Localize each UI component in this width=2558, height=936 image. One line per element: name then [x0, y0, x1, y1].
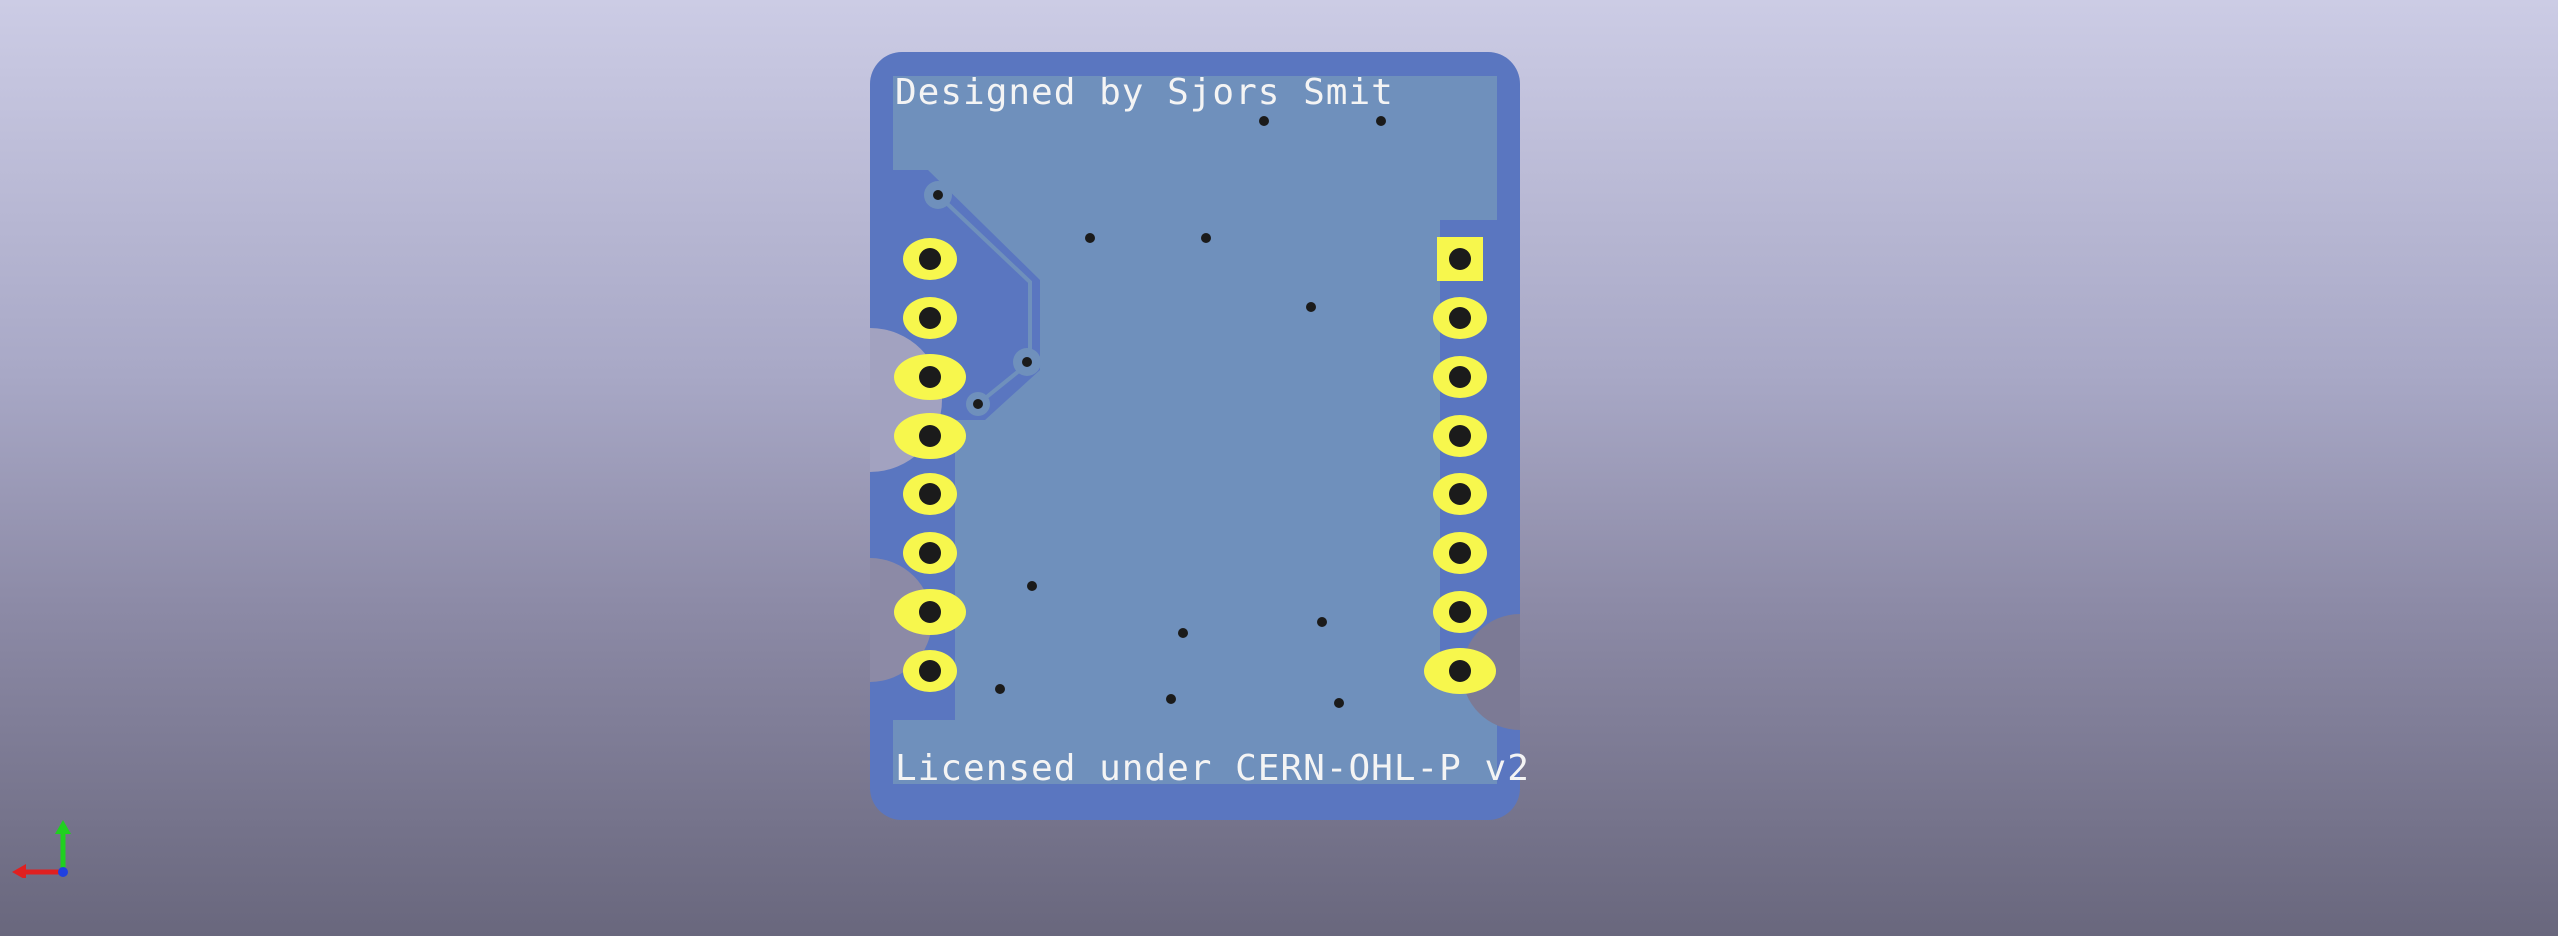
pin-pad[interactable]: [894, 589, 966, 635]
pin-pad[interactable]: [1433, 473, 1487, 515]
via: [1317, 617, 1327, 627]
pin-pad[interactable]: [903, 297, 957, 339]
via: [1178, 628, 1188, 638]
pin-pad[interactable]: [903, 238, 957, 280]
via: [966, 392, 990, 416]
via: [924, 181, 952, 209]
pcb-render[interactable]: Designed by Sjors Smit Licensed under CE…: [0, 0, 2558, 936]
pin-pad[interactable]: [1433, 297, 1487, 339]
via: [1085, 233, 1095, 243]
pin-pad[interactable]: [1433, 591, 1487, 633]
pin-pad[interactable]: [903, 650, 957, 692]
via: [1376, 116, 1386, 126]
pin-pad[interactable]: [1433, 356, 1487, 398]
via: [1201, 233, 1211, 243]
via: [1334, 698, 1344, 708]
3d-viewport[interactable]: Designed by Sjors Smit Licensed under CE…: [0, 0, 2558, 936]
via: [1027, 581, 1037, 591]
pin-pad[interactable]: [1433, 532, 1487, 574]
pin-pad[interactable]: [1433, 415, 1487, 457]
via: [1013, 348, 1041, 376]
pin-pad[interactable]: [894, 413, 966, 459]
via: [1166, 694, 1176, 704]
via: [1306, 302, 1316, 312]
ground-pour: [893, 76, 1497, 784]
axis-x-arrow-icon: [12, 864, 63, 878]
pin-pad[interactable]: [903, 473, 957, 515]
via: [1259, 116, 1269, 126]
via: [995, 684, 1005, 694]
pin-1-square-pad[interactable]: [1437, 237, 1483, 281]
pin-pad[interactable]: [903, 532, 957, 574]
pin-pad[interactable]: [894, 354, 966, 400]
pin-pad[interactable]: [1424, 648, 1496, 694]
axis-y-arrow-icon: [55, 820, 71, 872]
axis-z-dot-icon: [58, 867, 68, 877]
silkscreen-bottom-text: Licensed under CERN-OHL-P v2: [895, 748, 1530, 789]
silkscreen-top-text: Designed by Sjors Smit: [895, 72, 1394, 113]
axis-gizmo: [12, 820, 71, 878]
